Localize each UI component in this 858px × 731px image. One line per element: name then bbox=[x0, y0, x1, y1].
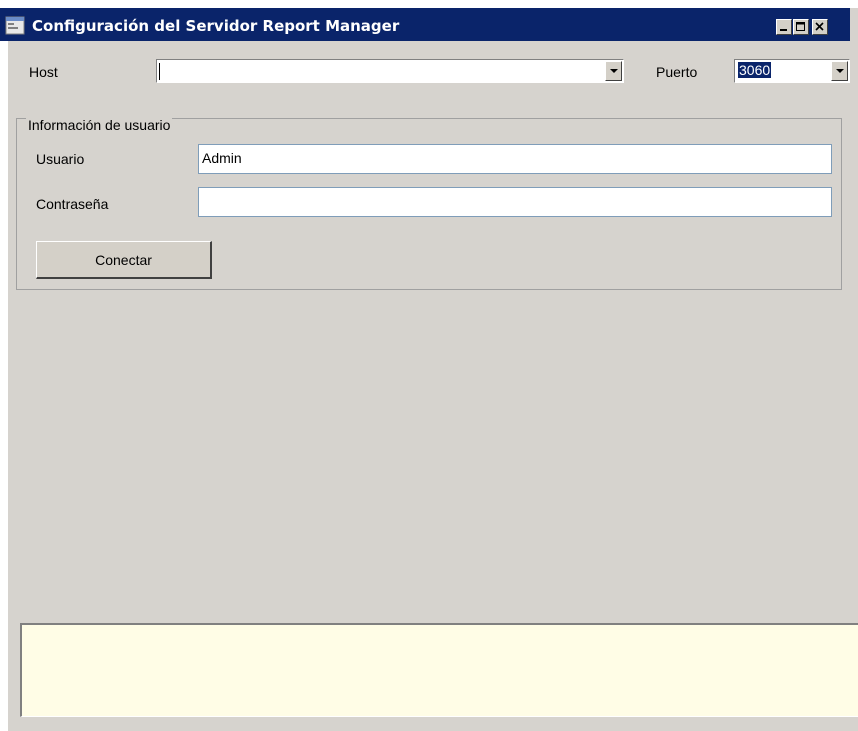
title-bar[interactable]: Configuración del Servidor Report Manage… bbox=[0, 8, 850, 41]
window-title: Configuración del Servidor Report Manage… bbox=[32, 17, 400, 35]
host-combobox[interactable] bbox=[156, 59, 624, 83]
password-input[interactable] bbox=[198, 187, 832, 217]
chevron-down-icon bbox=[835, 69, 844, 73]
user-info-legend: Información de usuario bbox=[26, 117, 173, 133]
maximize-button[interactable] bbox=[793, 19, 809, 35]
app-window-icon bbox=[5, 16, 25, 35]
close-icon bbox=[815, 22, 824, 31]
maximize-icon bbox=[796, 22, 805, 31]
user-label: Usuario bbox=[36, 151, 85, 167]
port-dropdown-button[interactable] bbox=[831, 61, 848, 81]
host-label: Host bbox=[29, 64, 58, 80]
connect-button[interactable]: Conectar bbox=[36, 241, 212, 279]
password-label: Contraseña bbox=[36, 196, 109, 212]
host-dropdown-button[interactable] bbox=[605, 61, 622, 81]
port-combobox[interactable]: 3060 bbox=[734, 59, 850, 83]
chevron-down-icon bbox=[609, 69, 618, 73]
port-value: 3060 bbox=[738, 62, 772, 78]
text-caret bbox=[159, 63, 160, 80]
minimize-icon bbox=[780, 29, 787, 31]
connect-button-label: Conectar bbox=[95, 251, 152, 268]
user-input-value: Admin bbox=[202, 150, 242, 166]
port-label: Puerto bbox=[656, 64, 698, 80]
user-input[interactable]: Admin bbox=[198, 144, 832, 174]
status-log-area[interactable] bbox=[20, 623, 858, 717]
close-button[interactable] bbox=[812, 19, 828, 35]
minimize-button[interactable] bbox=[776, 19, 792, 35]
port-value-selection: 3060 bbox=[738, 62, 772, 78]
